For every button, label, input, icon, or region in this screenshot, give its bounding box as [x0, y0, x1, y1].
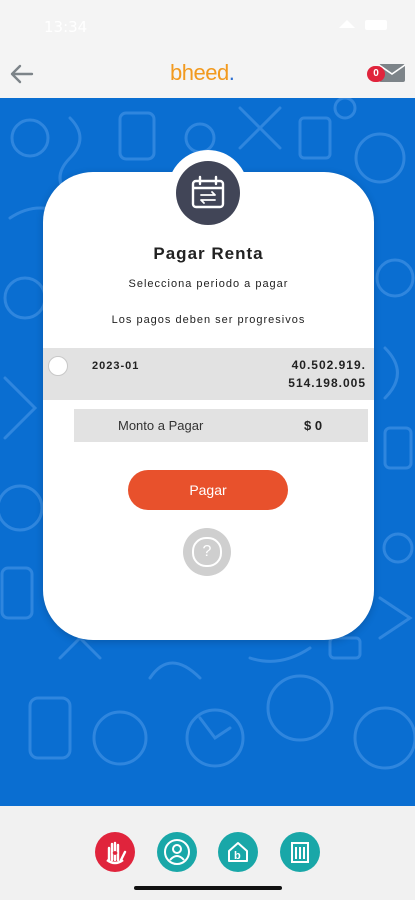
page-title: Pagar Renta [153, 244, 264, 263]
period-amount-line2: 514.198.005 [288, 376, 366, 390]
back-arrow-icon[interactable] [6, 60, 36, 88]
progressive-note: Los pagos deben ser progresivos [111, 314, 306, 326]
app-header: bheed. 0 [0, 50, 415, 98]
notification-badge: 0 [367, 66, 385, 82]
card-icon-circle [176, 161, 240, 225]
pay-button[interactable]: Pagar [128, 470, 288, 510]
bheed-house-icon: b [228, 842, 248, 862]
nav-hand-heart[interactable] [95, 832, 135, 872]
person-support-icon [164, 839, 190, 865]
notifications-button[interactable]: 0 [367, 62, 407, 86]
home-indicator[interactable] [134, 886, 282, 890]
period-row[interactable]: 2023-01 40.502.919. 514.198.005 [43, 348, 374, 400]
hand-heart-icon [106, 841, 127, 865]
calendar-transfer-icon [191, 175, 225, 209]
amount-to-pay-label: Monto a Pagar [118, 418, 204, 433]
question-icon: ? [192, 537, 222, 567]
page-subtitle: Selecciona periodo a pagar [128, 278, 289, 290]
period-label: 2023-01 [92, 360, 140, 372]
nav-bheed-home[interactable]: b [218, 832, 258, 872]
amount-to-pay-row: Monto a Pagar $ 0 [74, 409, 368, 442]
bheed-logo: bheed. [170, 60, 235, 85]
status-icons [339, 20, 387, 30]
period-amount-line1: 40.502.919. [291, 358, 366, 372]
nav-person-support[interactable] [157, 832, 197, 872]
amount-to-pay-value: $ 0 [304, 418, 323, 433]
nav-building[interactable] [280, 832, 320, 872]
period-radio[interactable] [48, 356, 68, 376]
svg-text:b: b [234, 850, 241, 862]
help-button[interactable]: ? [183, 528, 231, 576]
building-icon [291, 842, 309, 863]
status-bar: 13:34 [0, 0, 415, 50]
status-time: 13:34 [44, 18, 88, 36]
